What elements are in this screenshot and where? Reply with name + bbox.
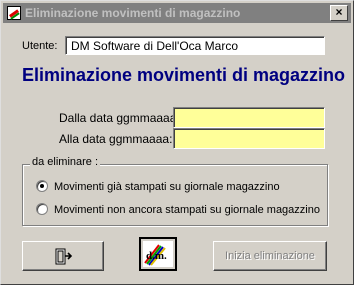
title-bar[interactable]: Eliminazione movimenti di magazzino × [3, 3, 351, 23]
from-date-value [174, 108, 324, 127]
radio-selected-dot [40, 184, 44, 188]
dialog-window: Eliminazione movimenti di magazzino × Ut… [0, 0, 354, 285]
radio-printed[interactable] [36, 180, 48, 192]
start-delete-button[interactable]: Inizia eliminazione [213, 241, 327, 271]
exit-button[interactable] [22, 241, 104, 271]
close-button[interactable]: × [330, 5, 348, 21]
to-date-value [174, 129, 324, 148]
window-title: Eliminazione movimenti di magazzino [25, 6, 241, 20]
to-date-input[interactable] [173, 128, 325, 149]
from-date-input[interactable] [173, 107, 325, 128]
start-delete-label: Inizia eliminazione [225, 250, 315, 262]
exit-door-icon [55, 248, 73, 265]
group-legend: da eliminare : [30, 156, 101, 168]
dm-logo-icon: d.m. [143, 241, 173, 267]
dm-logo-button[interactable]: d.m. [139, 237, 177, 271]
radio-not-printed-label[interactable]: Movimenti non ancora stampati su giornal… [54, 204, 320, 216]
delete-options-group [22, 164, 328, 226]
page-heading: Eliminazione movimenti di magazzino [22, 65, 346, 85]
from-date-label: Dalla data ggmmaaaa: [59, 111, 180, 125]
user-field[interactable]: DM Software di Dell'Oca Marco [65, 36, 325, 55]
user-value: DM Software di Dell'Oca Marco [66, 37, 324, 54]
radio-printed-label[interactable]: Movimenti già stampati su giornale magaz… [54, 181, 280, 193]
app-icon [7, 6, 21, 20]
user-label: Utente: [22, 40, 58, 52]
radio-not-printed[interactable] [36, 203, 48, 215]
to-date-label: Alla data ggmmaaaa: [59, 132, 173, 146]
dm-logo-text: d.m. [146, 250, 167, 262]
